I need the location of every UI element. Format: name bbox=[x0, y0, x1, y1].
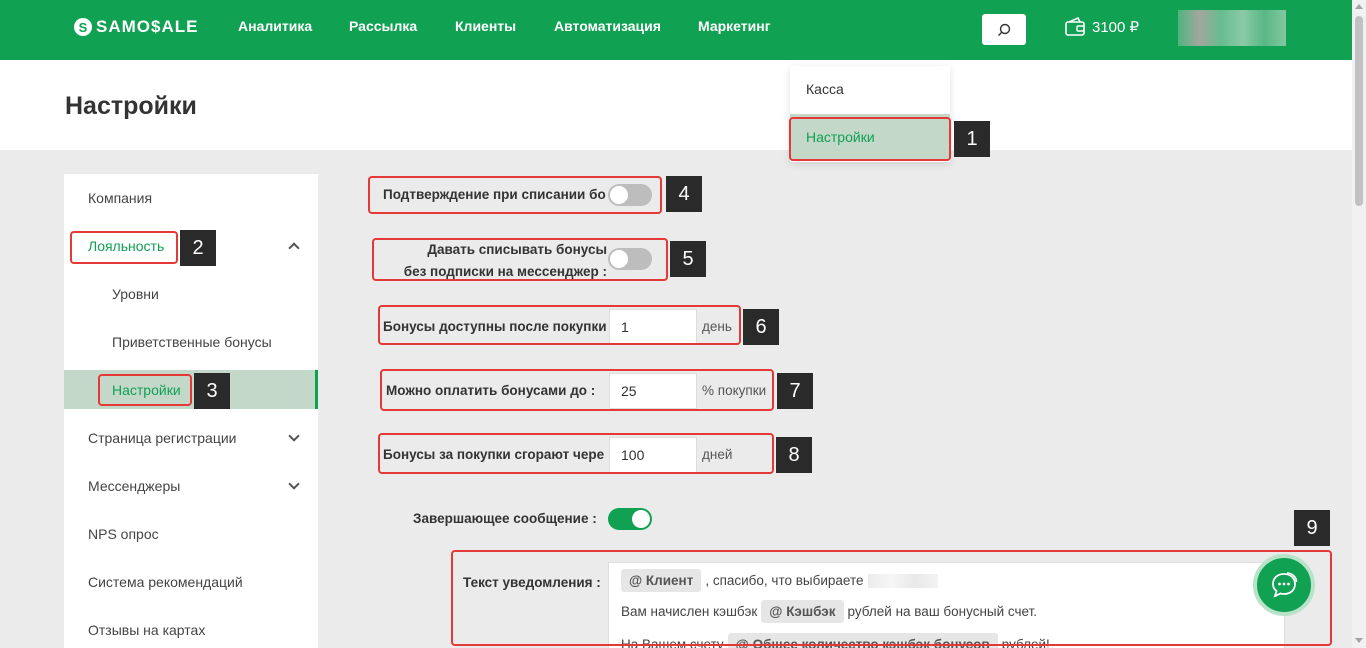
sidebar-item-label: Система рекомендаций bbox=[88, 574, 243, 590]
annotation-box-1 bbox=[789, 117, 951, 161]
sidebar-item-levels[interactable]: Уровни bbox=[64, 270, 318, 318]
annotation-badge-1: 1 bbox=[954, 121, 990, 157]
sidebar-item-label: Уровни bbox=[112, 286, 159, 302]
logo-text: SAMO$ALE bbox=[96, 17, 199, 36]
nav-automation[interactable]: Автоматизация bbox=[554, 18, 661, 34]
nav-mailing[interactable]: Рассылка bbox=[349, 18, 417, 34]
sidebar-item-nps[interactable]: NPS опрос bbox=[64, 510, 318, 558]
balance[interactable]: 3100 ₽ bbox=[1064, 16, 1139, 38]
page-title: Настройки bbox=[65, 92, 197, 120]
title-band: Настройки bbox=[0, 60, 1352, 150]
sidebar-item-label: Мессенджеры bbox=[88, 478, 181, 494]
annotation-box-5 bbox=[372, 238, 668, 281]
balance-value: 3100 ₽ bbox=[1092, 19, 1140, 36]
sidebar-item-label: Страница регистрации bbox=[88, 430, 237, 446]
dropdown-item-cashier[interactable]: Касса bbox=[790, 66, 950, 112]
annotation-badge-7: 7 bbox=[777, 373, 813, 409]
annotation-badge-4: 4 bbox=[666, 176, 702, 212]
chat-icon bbox=[1272, 572, 1298, 598]
annotation-badge-2: 2 bbox=[180, 230, 216, 266]
sidebar-item-registration-page[interactable]: Страница регистрации bbox=[64, 414, 318, 462]
page-scrollbar[interactable] bbox=[1352, 0, 1366, 648]
annotation-box-8 bbox=[378, 433, 774, 474]
nav-analytics[interactable]: Аналитика bbox=[238, 18, 312, 34]
sidebar-item-welcome-bonuses[interactable]: Приветственные бонусы bbox=[64, 318, 318, 366]
chat-button[interactable] bbox=[1253, 554, 1315, 616]
final-message-toggle[interactable] bbox=[608, 508, 652, 530]
sidebar-item-label: Компания bbox=[88, 190, 153, 206]
annotation-box-3 bbox=[98, 374, 192, 406]
annotation-badge-3: 3 bbox=[194, 373, 230, 409]
annotation-box-9 bbox=[451, 550, 1332, 646]
nav-marketing[interactable]: Маркетинг bbox=[698, 18, 771, 34]
scroll-down-icon[interactable] bbox=[1355, 638, 1363, 643]
sidebar-item-label: Отзывы на картах bbox=[88, 622, 206, 638]
annotation-badge-5: 5 bbox=[670, 241, 706, 277]
annotation-box-7 bbox=[380, 369, 774, 411]
annotation-badge-6: 6 bbox=[743, 309, 779, 345]
chevron-down-icon bbox=[288, 478, 300, 490]
sidebar-item-map-reviews[interactable]: Отзывы на картах bbox=[64, 606, 318, 648]
avatar[interactable] bbox=[1178, 10, 1286, 46]
logo[interactable]: S SAMO$ALE bbox=[74, 17, 198, 37]
annotation-box-6 bbox=[378, 305, 741, 345]
sidebar-item-company[interactable]: Компания bbox=[64, 174, 318, 222]
sidebar-item-label: Приветственные бонусы bbox=[112, 334, 272, 350]
chevron-down-icon bbox=[288, 430, 300, 442]
annotation-badge-8: 8 bbox=[776, 437, 812, 473]
logo-mark: S bbox=[74, 18, 92, 36]
sidebar-item-label: NPS опрос bbox=[88, 526, 159, 542]
search-button[interactable] bbox=[982, 14, 1026, 45]
sidebar-item-referral-system[interactable]: Система рекомендаций bbox=[64, 558, 318, 606]
sidebar-item-messengers[interactable]: Мессенджеры bbox=[64, 462, 318, 510]
scroll-up-icon[interactable] bbox=[1355, 4, 1363, 9]
nav-clients[interactable]: Клиенты bbox=[455, 18, 516, 34]
scroll-thumb[interactable] bbox=[1355, 16, 1363, 206]
top-navbar: S SAMO$ALE Аналитика Рассылка Клиенты Ав… bbox=[0, 0, 1352, 60]
wallet-icon bbox=[1065, 16, 1085, 36]
search-icon bbox=[998, 23, 1011, 36]
annotation-box-2 bbox=[70, 231, 178, 264]
chevron-up-icon bbox=[288, 242, 300, 254]
annotation-box-4 bbox=[368, 176, 662, 214]
annotation-badge-9: 9 bbox=[1294, 510, 1330, 546]
final-message-label: Завершающее сообщение : bbox=[413, 511, 597, 526]
